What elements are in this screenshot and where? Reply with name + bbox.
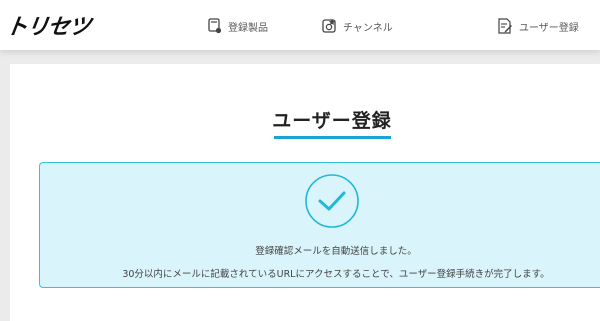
notice-message: 登録確認メールを自動送信しました。 — [255, 246, 417, 257]
nav-user-register[interactable]: ユーザー登録 — [497, 16, 579, 36]
channel-icon — [322, 19, 336, 33]
top-header: トリセツ 登録製品 チャンネル ユーザー登録 — [0, 0, 600, 50]
main-card: ユーザー登録 登録確認メールを自動送信しました。 30分以内にメールに記載されて… — [10, 64, 600, 321]
user-register-icon — [498, 18, 512, 34]
check-circle-icon — [305, 174, 359, 228]
nav-channel-label: チャンネル — [343, 22, 393, 34]
notice-instructions: 30分以内にメールに記載されているURLにアクセスすることで、ユーザー登録手続き… — [122, 269, 550, 280]
title-underline — [274, 136, 391, 139]
nav-channel[interactable]: チャンネル — [322, 16, 393, 36]
success-notice: 登録確認メールを自動送信しました。 30分以内にメールに記載されているURLにア… — [39, 162, 600, 288]
nav-user-register-label: ユーザー登録 — [519, 22, 579, 34]
site-logo[interactable]: トリセツ — [4, 9, 93, 41]
registered-products-icon — [208, 18, 222, 34]
page-title: ユーザー登録 — [272, 110, 392, 132]
nav-registered-products[interactable]: 登録製品 — [208, 16, 268, 36]
nav-registered-products-label: 登録製品 — [228, 22, 268, 34]
